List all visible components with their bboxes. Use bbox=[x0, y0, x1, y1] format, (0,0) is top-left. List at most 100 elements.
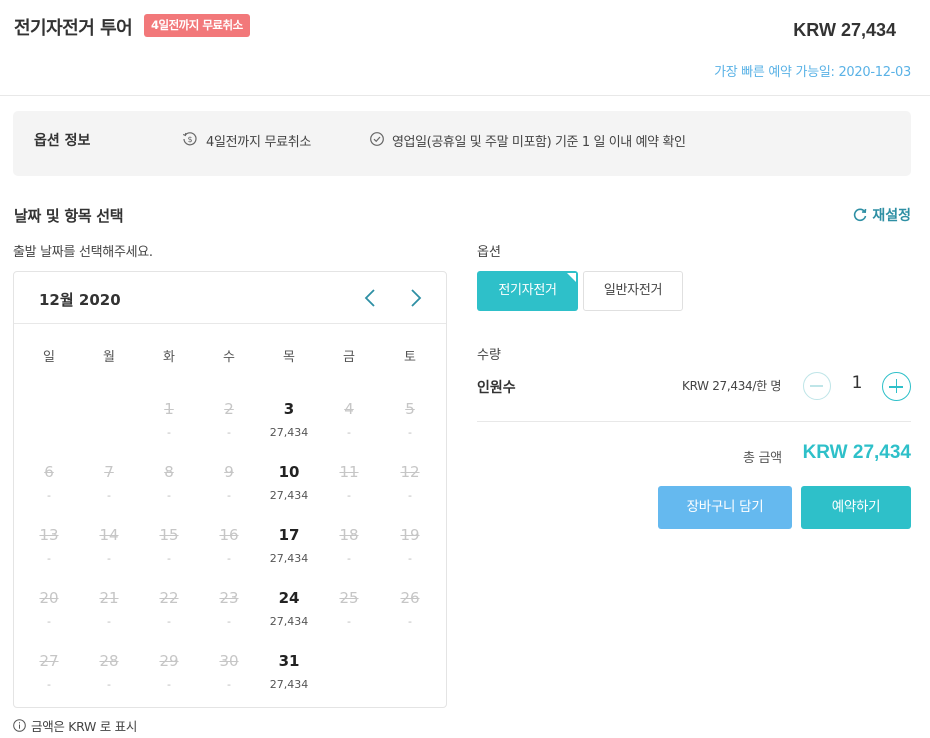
day-number: 9 bbox=[224, 463, 234, 481]
reset-button[interactable]: 재설정 bbox=[852, 205, 911, 225]
date-hint: 출발 날짜를 선택해주세요. bbox=[13, 245, 153, 260]
day-number: 2 bbox=[224, 400, 234, 418]
day-number: 23 bbox=[219, 589, 239, 607]
day-number: 31 bbox=[278, 652, 300, 670]
day-number: 13 bbox=[39, 526, 59, 544]
day-number: 20 bbox=[39, 589, 59, 607]
quantity-value: 1 bbox=[851, 373, 863, 393]
confirmation-info: 영업일(공휴일 및 주말 미포함) 기준 1 일 이내 예약 확인 bbox=[392, 135, 686, 150]
calendar-day-disabled: 29 - bbox=[139, 651, 199, 693]
day-price: - bbox=[408, 552, 412, 565]
day-price: - bbox=[347, 615, 351, 628]
day-price: - bbox=[408, 426, 412, 439]
prev-month-chevron-icon[interactable] bbox=[358, 285, 382, 311]
weekday-header: 금 bbox=[343, 350, 355, 365]
day-price: - bbox=[167, 615, 171, 628]
calendar-day-disabled: 7- bbox=[79, 462, 139, 504]
calendar-day-disabled: 1- bbox=[139, 399, 199, 441]
calendar-day-disabled: 15 - bbox=[139, 525, 199, 567]
option-electric-bike[interactable]: 전기자전거 bbox=[477, 271, 578, 311]
day-price: 27,434 bbox=[269, 426, 309, 439]
day-price: - bbox=[107, 678, 111, 691]
day-number: 15 bbox=[159, 526, 179, 544]
refund-icon: $ bbox=[182, 132, 197, 146]
options-label: 옵션 bbox=[477, 245, 501, 260]
day-number: 8 bbox=[164, 463, 174, 481]
weekday-header: 토 bbox=[404, 350, 416, 365]
product-title: 전기자전거 투어 bbox=[14, 18, 133, 39]
calendar-day-disabled: 14 - bbox=[79, 525, 139, 567]
calendar-day-available[interactable]: 24 27,434 bbox=[259, 588, 319, 630]
calendar-day-disabled: 8- bbox=[139, 462, 199, 504]
day-number: 28 bbox=[99, 652, 119, 670]
calendar-day-disabled: 21 - bbox=[79, 588, 139, 630]
day-number: 22 bbox=[159, 589, 179, 607]
free-cancel-badge: 4일전까지 무료취소 bbox=[144, 14, 250, 37]
day-price: - bbox=[408, 615, 412, 628]
quantity-label: 수량 bbox=[477, 348, 501, 363]
day-number: 27 bbox=[39, 652, 59, 670]
calendar-day-disabled: 20 - bbox=[19, 588, 79, 630]
day-number: 18 bbox=[339, 526, 359, 544]
day-number: 17 bbox=[278, 526, 300, 544]
calendar-day-disabled: 22 - bbox=[139, 588, 199, 630]
header-price: KRW 27,434 bbox=[793, 20, 896, 40]
info-icon bbox=[13, 719, 26, 732]
day-number: 24 bbox=[278, 589, 300, 607]
day-number: 6 bbox=[44, 463, 54, 481]
calendar-day-available[interactable]: 10 27,434 bbox=[259, 462, 319, 504]
day-price: - bbox=[227, 426, 231, 439]
day-price: - bbox=[107, 552, 111, 565]
calendar-day-disabled: 23 - bbox=[199, 588, 259, 630]
day-price: - bbox=[47, 615, 51, 628]
calendar-day-disabled: 30 - bbox=[199, 651, 259, 693]
date-item-section-title: 날짜 및 항목 선택 bbox=[14, 207, 124, 225]
calendar-day-available[interactable]: 3 27,434 bbox=[259, 399, 319, 441]
decrease-quantity-button[interactable] bbox=[803, 372, 831, 400]
currency-footnote-text: 금액은 KRW 로 표시 bbox=[31, 719, 138, 734]
increase-quantity-button[interactable] bbox=[882, 372, 911, 401]
calendar-day-disabled: 13 - bbox=[19, 525, 79, 567]
calendar-day-disabled: 28 - bbox=[79, 651, 139, 693]
day-price: - bbox=[227, 489, 231, 502]
currency-footnote: 금액은 KRW 로 표시 bbox=[13, 716, 137, 735]
day-number: 25 bbox=[339, 589, 359, 607]
refresh-icon bbox=[854, 208, 867, 222]
weekday-header: 수 bbox=[223, 350, 235, 365]
day-price: - bbox=[227, 678, 231, 691]
total-price: KRW 27,434 bbox=[802, 442, 911, 463]
calendar-day-available[interactable]: 31 27,434 bbox=[259, 651, 319, 693]
calendar-day-disabled: 9- bbox=[199, 462, 259, 504]
add-to-cart-button[interactable]: 장바구니 담기 bbox=[658, 486, 792, 529]
day-number: 5 bbox=[405, 400, 415, 418]
day-number: 10 bbox=[278, 463, 300, 481]
day-number: 7 bbox=[104, 463, 114, 481]
day-price: - bbox=[167, 678, 171, 691]
calendar-day-disabled: 4- bbox=[319, 399, 379, 441]
day-price: 27,434 bbox=[269, 615, 309, 628]
day-price: - bbox=[167, 489, 171, 502]
day-price: 27,434 bbox=[269, 552, 309, 565]
svg-text:$: $ bbox=[187, 135, 192, 144]
day-number: 26 bbox=[400, 589, 420, 607]
book-now-button[interactable]: 예약하기 bbox=[801, 486, 911, 529]
calendar-day-disabled: 26 - bbox=[380, 588, 440, 630]
calendar-day-disabled: 2- bbox=[199, 399, 259, 441]
day-price: - bbox=[227, 615, 231, 628]
day-price: - bbox=[167, 426, 171, 439]
calendar-day-disabled: 16 - bbox=[199, 525, 259, 567]
option-regular-bike[interactable]: 일반자전거 bbox=[583, 271, 683, 311]
next-month-chevron-icon[interactable] bbox=[404, 285, 428, 311]
calendar-day-available[interactable]: 17 27,434 bbox=[259, 525, 319, 567]
day-price: - bbox=[347, 489, 351, 502]
day-number: 14 bbox=[99, 526, 119, 544]
calendar-day-disabled: 12 - bbox=[380, 462, 440, 504]
day-price: - bbox=[47, 552, 51, 565]
day-price: - bbox=[107, 615, 111, 628]
day-number: 16 bbox=[219, 526, 239, 544]
day-price: - bbox=[167, 552, 171, 565]
earliest-booking-date: 가장 빠른 예약 가능일: 2020-12-03 bbox=[714, 65, 911, 80]
day-price: - bbox=[47, 489, 51, 502]
weekday-header: 목 bbox=[283, 350, 295, 365]
free-cancel-info: 4일전까지 무료취소 bbox=[206, 135, 312, 150]
